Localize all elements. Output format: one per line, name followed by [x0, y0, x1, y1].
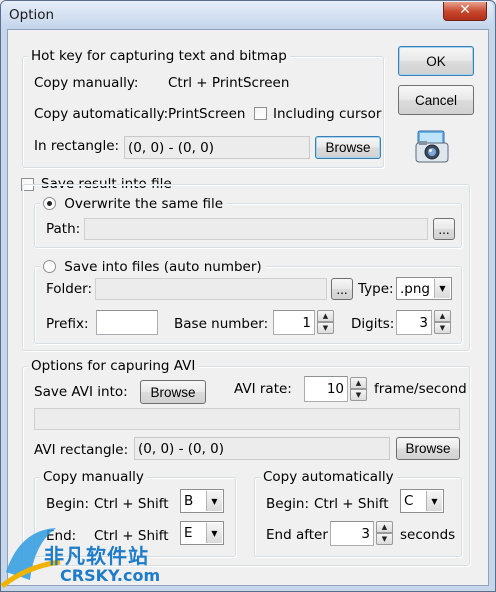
- hotkey-browse-button[interactable]: Browse: [315, 136, 381, 159]
- manual-begin-key: B: [184, 493, 194, 509]
- path-browse-button[interactable]: ...: [433, 218, 455, 240]
- spin-up-icon[interactable]: ▲: [317, 310, 334, 322]
- chevron-down-icon[interactable]: ▼: [426, 491, 442, 511]
- watermark-cn: 非凡软件站: [44, 544, 149, 568]
- auto-begin-label: Begin:: [266, 496, 309, 512]
- avi-group-label: Options for capuring AVI: [28, 358, 199, 374]
- copy-automatically-value: PrintScreen: [168, 106, 246, 122]
- ok-button-label: OK: [426, 53, 446, 69]
- end-after-value: 3: [361, 525, 370, 542]
- manual-begin-key-select[interactable]: B ▼: [180, 489, 224, 513]
- copy-manually-value: Ctrl + PrintScreen: [168, 75, 290, 91]
- overwrite-radio-wrap[interactable]: Overwrite the same file: [40, 196, 228, 212]
- path-field[interactable]: [84, 218, 428, 240]
- avi-browse-label: Browse: [150, 384, 196, 400]
- manual-begin-label: Begin:: [46, 496, 89, 512]
- avi-rect-browse-button[interactable]: Browse: [396, 437, 460, 460]
- in-rectangle-field: (0, 0) - (0, 0): [124, 136, 310, 159]
- path-browse-label: ...: [438, 221, 450, 237]
- digits-spinner[interactable]: ▲ ▼: [434, 310, 451, 335]
- type-label: Type:: [358, 281, 394, 297]
- avi-browse-button[interactable]: Browse: [140, 380, 206, 404]
- hotkey-browse-label: Browse: [325, 140, 371, 155]
- spin-up-icon[interactable]: ▲: [376, 521, 393, 533]
- spin-down-icon[interactable]: ▼: [376, 533, 393, 545]
- end-after-spinner[interactable]: ▲ ▼: [376, 521, 393, 546]
- overwrite-label: Overwrite the same file: [64, 196, 224, 212]
- folder-browse-label: ...: [336, 281, 348, 297]
- base-number-spinner[interactable]: ▲ ▼: [317, 310, 334, 335]
- chevron-down-icon[interactable]: ▼: [206, 523, 222, 543]
- hotkey-group-label: Hot key for capturing text and bitmap: [28, 48, 290, 64]
- spin-up-icon[interactable]: ▲: [434, 310, 451, 322]
- spin-down-icon[interactable]: ▼: [350, 389, 367, 401]
- manual-end-key-select[interactable]: E ▼: [180, 521, 224, 545]
- folder-field[interactable]: [95, 278, 327, 300]
- avi-rate-label: AVI rate:: [234, 381, 292, 397]
- save-avi-label: Save AVI into:: [34, 384, 128, 400]
- prefix-label: Prefix:: [46, 316, 89, 332]
- cancel-button[interactable]: Cancel: [398, 85, 474, 115]
- in-rectangle-value: (0, 0) - (0, 0): [128, 139, 215, 156]
- copy-manually-label: Copy manually:: [34, 75, 139, 91]
- close-icon: ✕: [459, 2, 471, 18]
- end-after-field[interactable]: 3: [330, 521, 374, 546]
- including-cursor-checkbox[interactable]: [254, 107, 267, 120]
- auto-number-label: Save into files (auto number): [64, 259, 262, 275]
- auto-number-radio-wrap[interactable]: Save into files (auto number): [40, 259, 266, 275]
- end-after-label: End after: [266, 527, 328, 543]
- end-after-unit: seconds: [400, 527, 456, 543]
- digits-value: 3: [419, 314, 428, 331]
- base-number-field[interactable]: 1: [273, 310, 315, 335]
- path-label: Path:: [46, 221, 81, 237]
- camera-icon: [415, 130, 449, 164]
- avi-rate-field[interactable]: 10: [304, 376, 348, 402]
- cancel-button-label: Cancel: [414, 92, 458, 108]
- watermark-en: CRSKY.com: [60, 566, 161, 585]
- avi-rate-value: 10: [326, 381, 344, 397]
- in-rectangle-label: In rectangle:: [34, 138, 120, 154]
- spin-down-icon[interactable]: ▼: [317, 322, 334, 334]
- folder-label: Folder:: [46, 281, 93, 297]
- avi-rate-unit: frame/second: [374, 381, 467, 397]
- type-value: .png: [400, 280, 430, 297]
- avi-rectangle-label: AVI rectangle:: [34, 442, 129, 458]
- including-cursor-label: Including cursor: [273, 106, 382, 122]
- auto-number-radio[interactable]: [43, 260, 56, 273]
- avi-auto-group-label: Copy automatically: [260, 469, 397, 485]
- chevron-down-icon[interactable]: ▼: [206, 491, 222, 511]
- auto-begin-mod: Ctrl + Shift: [314, 496, 389, 512]
- close-button[interactable]: ✕: [443, 2, 487, 21]
- avi-rect-browse-label: Browse: [405, 441, 451, 456]
- type-select[interactable]: .png ▼: [396, 277, 452, 300]
- ok-button[interactable]: OK: [398, 46, 474, 76]
- base-number-label: Base number:: [174, 316, 269, 332]
- avi-rectangle-field: (0, 0) - (0, 0): [134, 437, 390, 460]
- digits-label: Digits:: [351, 316, 395, 332]
- auto-begin-key-select[interactable]: C ▼: [400, 489, 444, 513]
- watermark-logo: 非凡软件站 CRSKY.com: [0, 522, 170, 590]
- digits-field[interactable]: 3: [396, 310, 432, 335]
- avi-rectangle-value: (0, 0) - (0, 0): [138, 440, 225, 457]
- avi-manual-group-label: Copy manually: [40, 469, 147, 485]
- spin-up-icon[interactable]: ▲: [350, 377, 367, 389]
- chevron-down-icon[interactable]: ▼: [434, 279, 450, 298]
- auto-begin-key: C: [404, 493, 414, 509]
- prefix-field[interactable]: [96, 310, 158, 335]
- copy-automatically-label: Copy automatically:: [34, 106, 169, 122]
- title-bar[interactable]: Option ✕: [1, 1, 493, 29]
- avi-rate-spinner[interactable]: ▲ ▼: [350, 377, 367, 402]
- manual-end-key: E: [184, 525, 193, 541]
- spin-down-icon[interactable]: ▼: [434, 322, 451, 334]
- avi-path-field[interactable]: [34, 408, 460, 430]
- base-number-value: 1: [302, 314, 311, 331]
- manual-begin-mod: Ctrl + Shift: [94, 496, 169, 512]
- window-title: Option: [9, 7, 55, 23]
- folder-browse-button[interactable]: ...: [331, 278, 353, 300]
- overwrite-radio[interactable]: [43, 197, 56, 210]
